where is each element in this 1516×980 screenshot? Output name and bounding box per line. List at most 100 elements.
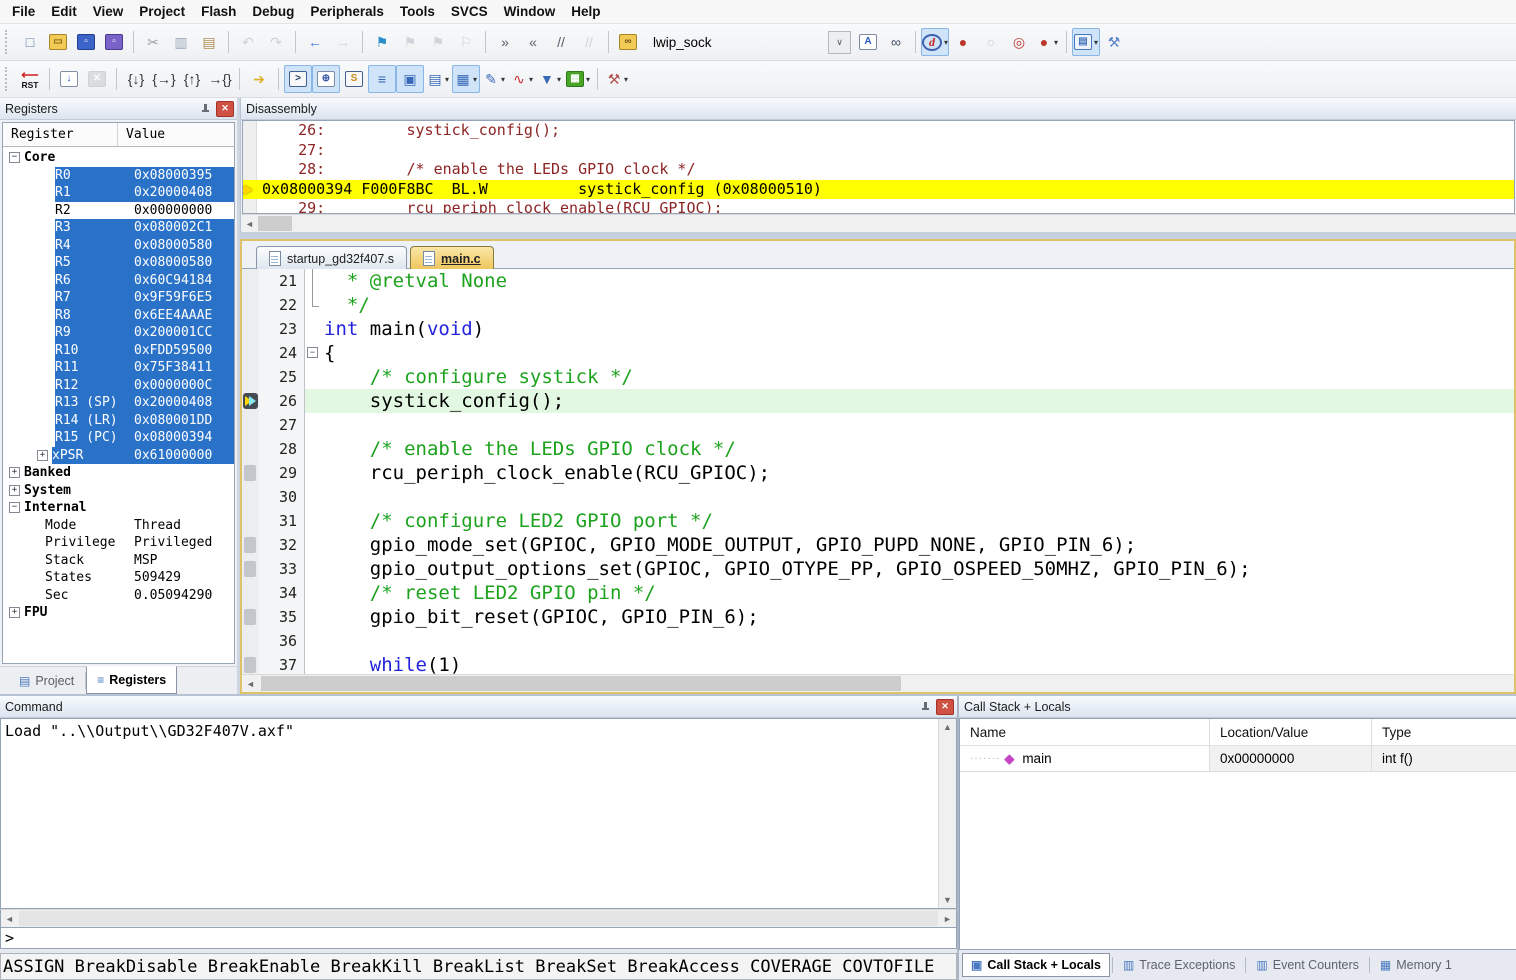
clear-bookmarks-icon[interactable]: ⚐	[452, 28, 480, 56]
breakpoint-margin[interactable]	[242, 437, 259, 461]
breakpoint-margin[interactable]	[242, 629, 259, 653]
kill-all-breakpoints-icon[interactable]: ●▾	[1033, 28, 1061, 56]
register-row-r0[interactable]: R00x08000395	[3, 167, 234, 185]
open-folder-icon[interactable]: ▭	[44, 28, 72, 56]
register-row-core[interactable]: −Core	[3, 149, 234, 167]
new-file-icon[interactable]: □	[16, 28, 44, 56]
pin-icon[interactable]	[197, 102, 213, 116]
registers-window-icon[interactable]: ≡	[368, 65, 396, 93]
call-stack-window-icon[interactable]: ▣	[396, 65, 424, 93]
unindent-icon[interactable]: «	[519, 28, 547, 56]
redo-icon[interactable]: ↷	[262, 28, 290, 56]
incremental-find-icon[interactable]: ∞	[882, 28, 910, 56]
column-header-type[interactable]: Type	[1372, 719, 1516, 745]
register-row-fpu[interactable]: +FPU	[3, 604, 234, 622]
register-row-states[interactable]: States509429	[3, 569, 234, 587]
breakpoint-margin[interactable]	[242, 341, 259, 365]
fold-margin[interactable]: −	[305, 341, 320, 365]
fold-margin[interactable]	[305, 533, 320, 557]
menu-item-debug[interactable]: Debug	[244, 1, 302, 22]
tree-expander-icon[interactable]: −	[9, 152, 20, 163]
start-stop-debug-button-dropdown[interactable]: ▾	[944, 38, 948, 47]
register-row-r14-lr[interactable]: R14 (LR)0x080001DD	[3, 412, 234, 430]
cut-icon[interactable]: ✂	[139, 28, 167, 56]
uncomment-icon[interactable]: //	[575, 28, 603, 56]
step-into-button[interactable]: {↓}	[122, 65, 150, 93]
scroll-thumb[interactable]	[261, 676, 901, 691]
insert-breakpoint-icon[interactable]: ●	[949, 28, 977, 56]
disable-all-breakpoints-icon[interactable]: ◎	[1005, 28, 1033, 56]
pin-icon[interactable]	[917, 700, 933, 714]
trace-window-icon[interactable]: ▼▾	[536, 65, 564, 93]
column-header-name[interactable]: Name	[960, 719, 1210, 745]
scroll-right-icon[interactable]: ►	[939, 911, 956, 927]
register-row-r10[interactable]: R100xFDD59500	[3, 342, 234, 360]
command-hscrollbar[interactable]: ◄ ►	[0, 909, 957, 928]
reset-button[interactable]: ⟵RST	[16, 65, 44, 93]
fold-margin[interactable]	[305, 485, 320, 509]
fold-margin[interactable]	[305, 365, 320, 389]
command-output[interactable]: Load "..\\Output\\GD32F407V.axf" ▲ ▼	[0, 718, 957, 909]
register-row-r8[interactable]: R80x6EE4AAAE	[3, 307, 234, 325]
show-next-statement-icon[interactable]: ➔	[245, 65, 273, 93]
register-row-r1[interactable]: R10x20000408	[3, 184, 234, 202]
menu-item-svcs[interactable]: SVCS	[443, 1, 496, 22]
next-bookmark-icon[interactable]: ⚑	[424, 28, 452, 56]
step-out-button[interactable]: {↑}	[178, 65, 206, 93]
fold-margin[interactable]	[305, 509, 320, 533]
trace-window-icon-dropdown[interactable]: ▾	[557, 75, 561, 84]
paste-icon[interactable]: ▤	[195, 28, 223, 56]
find-in-files-icon[interactable]: ∞	[614, 28, 642, 56]
analysis-window-icon-dropdown[interactable]: ▾	[529, 75, 533, 84]
disable-breakpoint-icon[interactable]: ○	[977, 28, 1005, 56]
breakpoint-margin[interactable]	[242, 605, 259, 629]
fold-margin[interactable]	[305, 269, 320, 293]
analysis-window-icon[interactable]: ∿▾	[508, 65, 536, 93]
find-combo[interactable]: lwip_sock∨	[645, 30, 851, 54]
prev-bookmark-icon[interactable]: ⚑	[396, 28, 424, 56]
breakpoint-margin[interactable]	[242, 317, 259, 341]
undo-icon[interactable]: ↶	[234, 28, 262, 56]
command-window-icon[interactable]: >	[284, 65, 312, 93]
disassembly-window-icon[interactable]: ⊕	[312, 65, 340, 93]
command-vscrollbar[interactable]: ▲ ▼	[938, 719, 956, 908]
tab-memory-1[interactable]: ▦Memory 1	[1372, 954, 1460, 976]
register-row-r9[interactable]: R90x200001CC	[3, 324, 234, 342]
tab-trace-exceptions[interactable]: ▥Trace Exceptions	[1115, 954, 1243, 976]
column-header-location[interactable]: Location/Value	[1210, 719, 1372, 745]
navigate-back-icon[interactable]: ←	[301, 28, 329, 56]
menu-item-flash[interactable]: Flash	[193, 1, 244, 22]
toolbar-drag-handle[interactable]	[5, 67, 12, 91]
fold-margin[interactable]	[305, 413, 320, 437]
breakpoint-margin[interactable]	[242, 581, 259, 605]
menu-item-tools[interactable]: Tools	[392, 1, 443, 22]
watch-window-icon[interactable]: ▤▾	[424, 65, 452, 93]
fold-margin[interactable]	[305, 437, 320, 461]
fold-margin[interactable]	[305, 389, 320, 413]
run-to-cursor-button[interactable]: →{}	[206, 65, 234, 93]
scroll-up-icon[interactable]: ▲	[939, 719, 956, 735]
tab-registers[interactable]: ≡Registers	[86, 666, 177, 694]
memory-window-icon-dropdown[interactable]: ▾	[473, 75, 477, 84]
register-row-r11[interactable]: R110x75F38411	[3, 359, 234, 377]
register-row-r6[interactable]: R60x60C94184	[3, 272, 234, 290]
system-viewer-icon-dropdown[interactable]: ▾	[586, 75, 590, 84]
fold-margin[interactable]	[305, 317, 320, 341]
register-row-internal[interactable]: −Internal	[3, 499, 234, 517]
run-button[interactable]: ↓	[55, 65, 83, 93]
insert-bookmark-icon[interactable]: ⚑	[368, 28, 396, 56]
menu-item-edit[interactable]: Edit	[43, 1, 85, 22]
tab-call-stack-locals[interactable]: ▣Call Stack + Locals	[962, 953, 1110, 977]
editor-content[interactable]: 21 * @retval None22 */23int main(void)24…	[242, 269, 1514, 674]
scroll-thumb[interactable]	[258, 216, 292, 231]
register-row-xpsr[interactable]: +xPSR0x61000000	[3, 447, 234, 465]
memory-window-icon[interactable]: ▦▾	[452, 65, 480, 93]
breakpoint-margin[interactable]	[242, 485, 259, 509]
close-icon[interactable]: ✕	[936, 699, 954, 715]
breakpoint-margin[interactable]	[242, 461, 259, 485]
register-row-mode[interactable]: ModeThread	[3, 517, 234, 535]
window-layout-icon-dropdown[interactable]: ▾	[1094, 38, 1098, 47]
register-row-r4[interactable]: R40x08000580	[3, 237, 234, 255]
register-row-r3[interactable]: R30x080002C1	[3, 219, 234, 237]
step-over-button[interactable]: {→}	[150, 65, 178, 93]
